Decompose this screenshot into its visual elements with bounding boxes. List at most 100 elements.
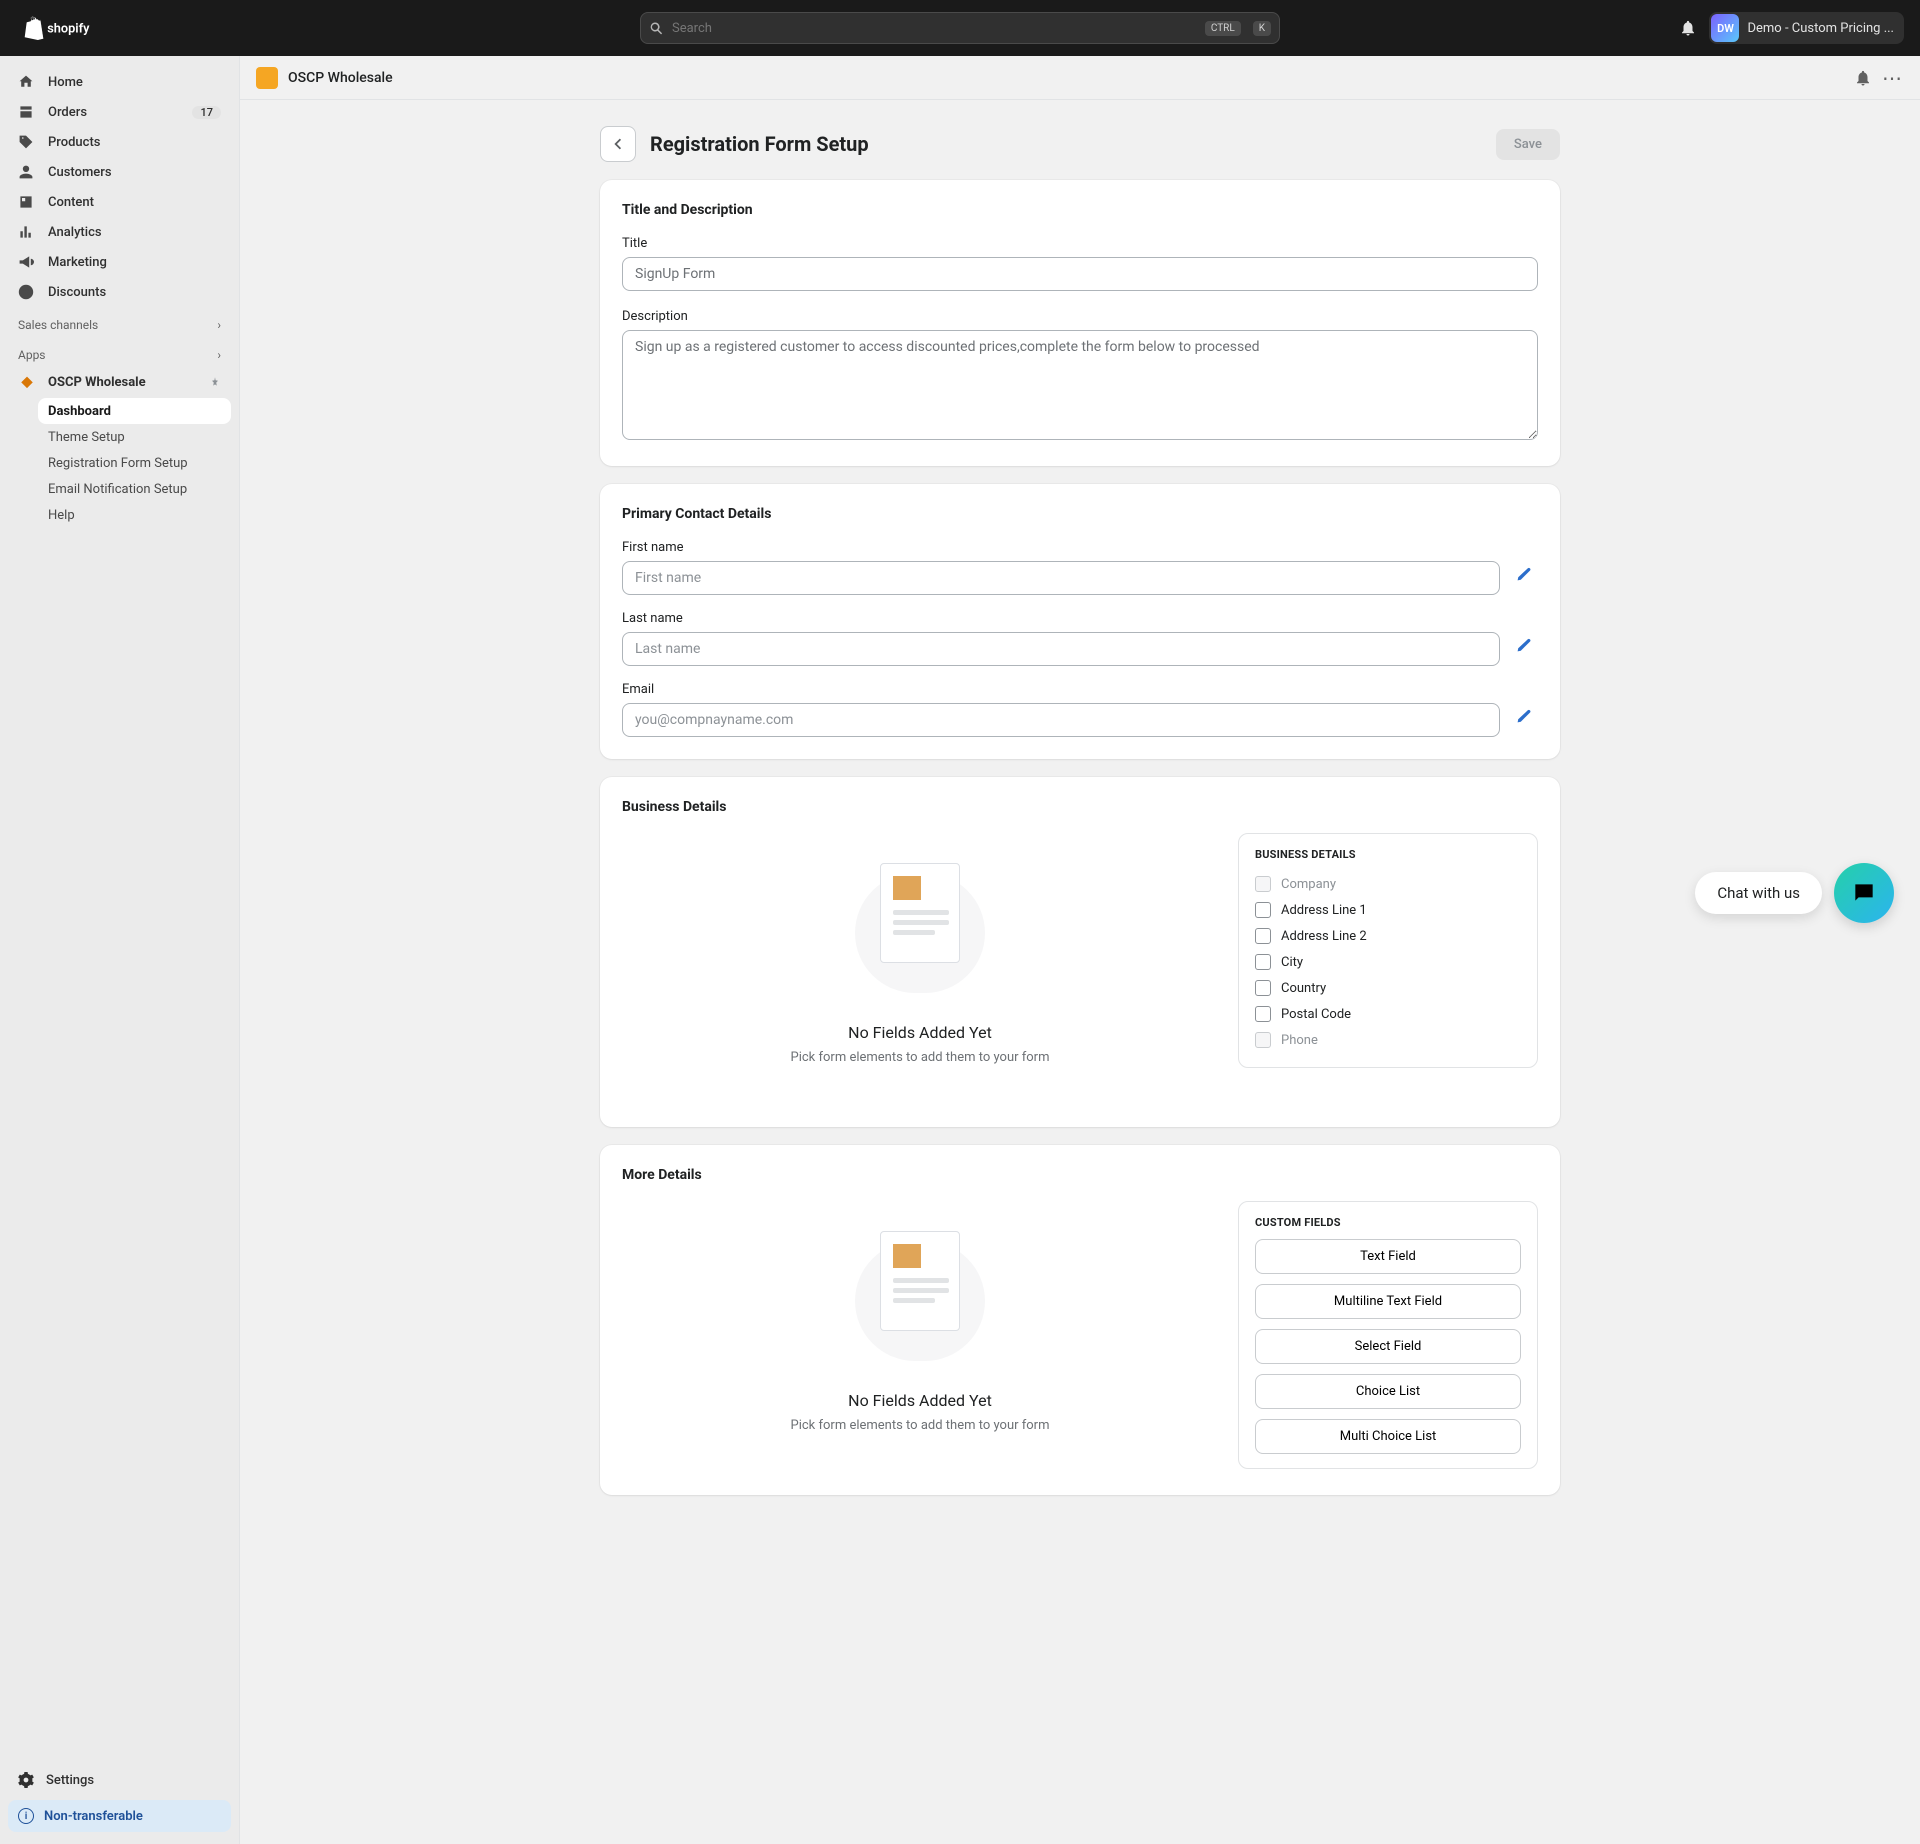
business-fields-panel: Business Details Company Address Line 1 Ad… <box>1238 833 1538 1068</box>
checkbox[interactable] <box>1255 1006 1271 1022</box>
nav-marketing[interactable]: Marketing <box>8 248 231 276</box>
checkbox[interactable] <box>1255 928 1271 944</box>
non-transferable-banner[interactable]: i Non-transferable <box>8 1800 231 1832</box>
store-switcher[interactable]: DW Demo - Custom Pricing ... <box>1709 12 1904 44</box>
chat-icon <box>1851 880 1877 906</box>
last-name-label: Last name <box>622 611 1500 626</box>
nav-app-oscp[interactable]: ◆ OSCP Wholesale <box>8 368 231 396</box>
save-button[interactable]: Save <box>1496 129 1560 160</box>
checkbox[interactable] <box>1255 954 1271 970</box>
page-head: Registration Form Setup Save <box>600 126 1560 162</box>
nav-theme-setup[interactable]: Theme Setup <box>38 424 231 450</box>
title-label: Title <box>622 236 1538 251</box>
kbd-k: K <box>1253 21 1271 36</box>
nav-orders-label: Orders <box>48 105 87 120</box>
marketing-icon <box>18 254 36 270</box>
nav-section-apps[interactable]: Apps › <box>8 338 231 366</box>
empty-state: No Fields Added Yet Pick form elements t… <box>622 833 1218 1105</box>
first-name-input[interactable] <box>622 561 1500 595</box>
app-more-icon[interactable]: ⋯ <box>1882 66 1904 90</box>
app-header: OSCP Wholesale ⋯ <box>240 56 1920 100</box>
search-icon <box>649 21 664 36</box>
first-name-label: First name <box>622 540 1500 555</box>
panel-title: Custom Fields <box>1255 1216 1521 1229</box>
description-input[interactable] <box>622 330 1538 440</box>
edit-icon[interactable] <box>1516 682 1538 724</box>
search-input[interactable] <box>672 21 1193 36</box>
back-button[interactable] <box>600 126 636 162</box>
orders-badge: 17 <box>192 106 221 119</box>
nav-customers[interactable]: Customers <box>8 158 231 186</box>
checkbox-label: City <box>1281 955 1303 970</box>
page-title: Registration Form Setup <box>650 132 1482 156</box>
edit-icon[interactable] <box>1516 540 1538 582</box>
last-name-input[interactable] <box>622 632 1500 666</box>
nav-analytics[interactable]: Analytics <box>8 218 231 246</box>
store-name: Demo - Custom Pricing ... <box>1747 21 1894 36</box>
checkbox-row: Phone <box>1255 1027 1521 1053</box>
checkbox-row[interactable]: Address Line 1 <box>1255 897 1521 923</box>
search-bar[interactable]: CTRL K <box>640 12 1280 44</box>
nav-marketing-label: Marketing <box>48 255 107 270</box>
empty-subtitle: Pick form elements to add them to your f… <box>791 1418 1050 1433</box>
nav-products[interactable]: Products <box>8 128 231 156</box>
chevron-right-icon: › <box>217 318 221 332</box>
customers-icon <box>18 164 36 180</box>
checkbox[interactable] <box>1255 980 1271 996</box>
custom-fields-panel: Custom Fields Text Field Multiline Text F… <box>1238 1201 1538 1469</box>
nav-email-notif[interactable]: Email Notification Setup <box>38 476 231 502</box>
email-input[interactable] <box>622 703 1500 737</box>
panel-title: Business Details <box>1255 848 1521 861</box>
nav-settings[interactable]: Settings <box>8 1766 231 1794</box>
chevron-right-icon: › <box>217 348 221 362</box>
app-icon: ◆ <box>18 374 36 390</box>
info-icon: i <box>18 1808 34 1824</box>
shopify-logo[interactable]: shopify <box>16 12 116 44</box>
description-label: Description <box>622 309 1538 324</box>
arrow-left-icon <box>609 135 627 153</box>
checkbox-row: Company <box>1255 871 1521 897</box>
nav-app-label: OSCP Wholesale <box>48 375 146 390</box>
orders-icon <box>18 104 36 120</box>
chat-button[interactable] <box>1834 863 1894 923</box>
nav-discounts[interactable]: Discounts <box>8 278 231 306</box>
nav-help[interactable]: Help <box>38 502 231 528</box>
title-input[interactable] <box>622 257 1538 291</box>
checkbox-label: Company <box>1281 877 1336 892</box>
nav-app-sub: Dashboard Theme Setup Registration Form … <box>8 398 231 528</box>
add-field-button[interactable]: Multiline Text Field <box>1255 1284 1521 1319</box>
nav-orders[interactable]: Orders 17 <box>8 98 231 126</box>
edit-icon[interactable] <box>1516 611 1538 653</box>
add-field-button[interactable]: Multi Choice List <box>1255 1419 1521 1454</box>
checkbox-row[interactable]: Postal Code <box>1255 1001 1521 1027</box>
nav-products-label: Products <box>48 135 100 150</box>
add-field-button[interactable]: Select Field <box>1255 1329 1521 1364</box>
nav-section-sales-channels[interactable]: Sales channels › <box>8 308 231 336</box>
empty-illustration <box>855 863 985 993</box>
topbar: shopify CTRL K DW Demo - Custom Pricing … <box>0 0 1920 56</box>
nav-dashboard[interactable]: Dashboard <box>38 398 231 424</box>
checkbox <box>1255 876 1271 892</box>
app-notifications-icon[interactable] <box>1854 69 1872 87</box>
card-title: Title and Description <box>622 202 1538 218</box>
checkbox-row[interactable]: City <box>1255 949 1521 975</box>
checkbox-row[interactable]: Country <box>1255 975 1521 1001</box>
nav-reg-form-setup[interactable]: Registration Form Setup <box>38 450 231 476</box>
nav-analytics-label: Analytics <box>48 225 102 240</box>
chat-label[interactable]: Chat with us <box>1695 872 1822 914</box>
checkbox[interactable] <box>1255 902 1271 918</box>
add-field-button[interactable]: Text Field <box>1255 1239 1521 1274</box>
empty-state: No Fields Added Yet Pick form elements t… <box>622 1201 1218 1473</box>
checkbox-label: Address Line 1 <box>1281 903 1367 918</box>
checkbox-row[interactable]: Address Line 2 <box>1255 923 1521 949</box>
card-business-details: Business Details No Fields Ad <box>600 777 1560 1127</box>
checkbox-label: Address Line 2 <box>1281 929 1367 944</box>
nav-home[interactable]: Home <box>8 68 231 96</box>
nav-content[interactable]: Content <box>8 188 231 216</box>
analytics-icon <box>18 224 36 240</box>
add-field-button[interactable]: Choice List <box>1255 1374 1521 1409</box>
card-title: Primary Contact Details <box>622 506 1538 522</box>
notifications-icon[interactable] <box>1679 19 1697 37</box>
pin-icon[interactable] <box>209 376 221 388</box>
gear-icon <box>18 1772 34 1788</box>
